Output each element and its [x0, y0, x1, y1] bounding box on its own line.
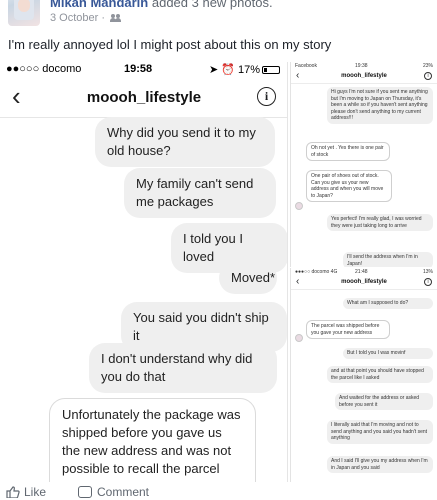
- photo-main-dm-screenshot[interactable]: ●●○○○ docomo 19:58 ➤ ⏰ 17% ‹ moooh_lifes…: [0, 62, 288, 482]
- dm-nav-bar: ‹ moooh_lifestyle i: [291, 70, 437, 84]
- battery-percent: 17%: [237, 64, 260, 76]
- post-meta: 3 October ·: [50, 12, 122, 24]
- status-time: 19:38: [355, 63, 368, 69]
- author-name[interactable]: Mikan Mandarin: [50, 0, 148, 10]
- sender-avatar: [295, 334, 303, 342]
- status-left: ●●●○○ docomo 4G: [295, 269, 338, 275]
- message-bubble: Moved*: [219, 262, 277, 294]
- photo-side-dm-screenshot-2[interactable]: ●●●○○ docomo 4G 21:48 13% ‹ moooh_lifest…: [290, 268, 437, 482]
- message-bubble: And waited for the address or asked befo…: [335, 393, 433, 410]
- comment-button[interactable]: Comment: [78, 485, 149, 499]
- comment-label: Comment: [97, 485, 150, 499]
- sender-avatar: [295, 202, 303, 210]
- message-bubble: What am I supposed to do?: [343, 298, 433, 309]
- battery-icon: [262, 66, 280, 74]
- dm-title: moooh_lifestyle: [341, 279, 387, 285]
- message-bubble-received: The parcel was shipped before you gave y…: [306, 320, 390, 339]
- friends-privacy-icon[interactable]: [110, 14, 122, 22]
- like-button[interactable]: Like: [6, 485, 46, 499]
- post-header: Mikan Mandarin added 3 new photos. 3 Oct…: [0, 0, 437, 30]
- message-bubble: My family can't send me packages: [124, 168, 276, 218]
- message-bubble: Yes perfect! I'm really glad, I was worr…: [327, 214, 433, 231]
- message-bubble-received: One pair of shoes out of stock. Can you …: [306, 170, 392, 202]
- battery-status: ➤ ⏰ 17%: [209, 63, 280, 76]
- battery-percent: 23%: [422, 63, 433, 69]
- post-text: I'm really annoyed lol I might post abou…: [8, 37, 332, 52]
- dm-nav-bar: ‹ moooh_lifestyle i: [0, 78, 287, 118]
- message-bubble: And I said I'll give you my address when…: [327, 456, 433, 473]
- message-bubble-received: Unfortunately the package was shipped be…: [49, 398, 256, 482]
- author-avatar[interactable]: [8, 0, 40, 26]
- info-icon: i: [424, 278, 432, 286]
- status-time: 21:48: [355, 269, 368, 275]
- message-bubble: and at that point you should have stoppe…: [327, 366, 433, 383]
- info-icon: i: [424, 72, 432, 80]
- post-date[interactable]: 3 October: [50, 12, 98, 24]
- message-bubble: Hi guys I'm not sure if you sent me anyt…: [327, 87, 433, 124]
- dm-title: moooh_lifestyle: [341, 73, 387, 79]
- author-line: Mikan Mandarin added 3 new photos.: [50, 0, 273, 10]
- message-bubble: Why did you send it to my old house?: [95, 117, 275, 167]
- message-bubble: But I told you I was movinf: [343, 348, 433, 359]
- comment-bubble-icon: [78, 486, 92, 498]
- status-time: 19:58: [124, 63, 153, 75]
- dm-title: moooh_lifestyle: [86, 89, 202, 106]
- carrier-label: ●●○○○ docomo: [6, 63, 82, 75]
- post-action: added 3 new photos.: [148, 0, 273, 10]
- like-thumb-icon: [6, 486, 20, 498]
- status-left: Facebook: [295, 63, 317, 69]
- status-bar: Facebook 19:38 23%: [291, 62, 437, 70]
- dm-nav-bar: ‹ moooh_lifestyle i: [291, 276, 437, 290]
- post-actions: Like Comment: [0, 482, 437, 500]
- like-label: Like: [24, 485, 47, 499]
- message-bubble: I don't understand why did you do that: [89, 343, 277, 393]
- battery-percent: 13%: [422, 269, 433, 275]
- photo-side-dm-screenshot-1[interactable]: Facebook 19:38 23% ‹ moooh_lifestyle i H…: [290, 62, 437, 267]
- message-bubble: I literally said that I'm moving and not…: [327, 420, 433, 444]
- message-bubble-received: Oh not yet . Yes there is one pair of st…: [306, 142, 390, 161]
- message-bubble: I'll send the address when I'm in Japan!: [343, 252, 433, 267]
- info-icon: i: [257, 87, 276, 106]
- status-bar: ●●○○○ docomo 19:58 ➤ ⏰ 17%: [0, 62, 287, 76]
- status-bar: ●●●○○ docomo 4G 21:48 13%: [291, 268, 437, 276]
